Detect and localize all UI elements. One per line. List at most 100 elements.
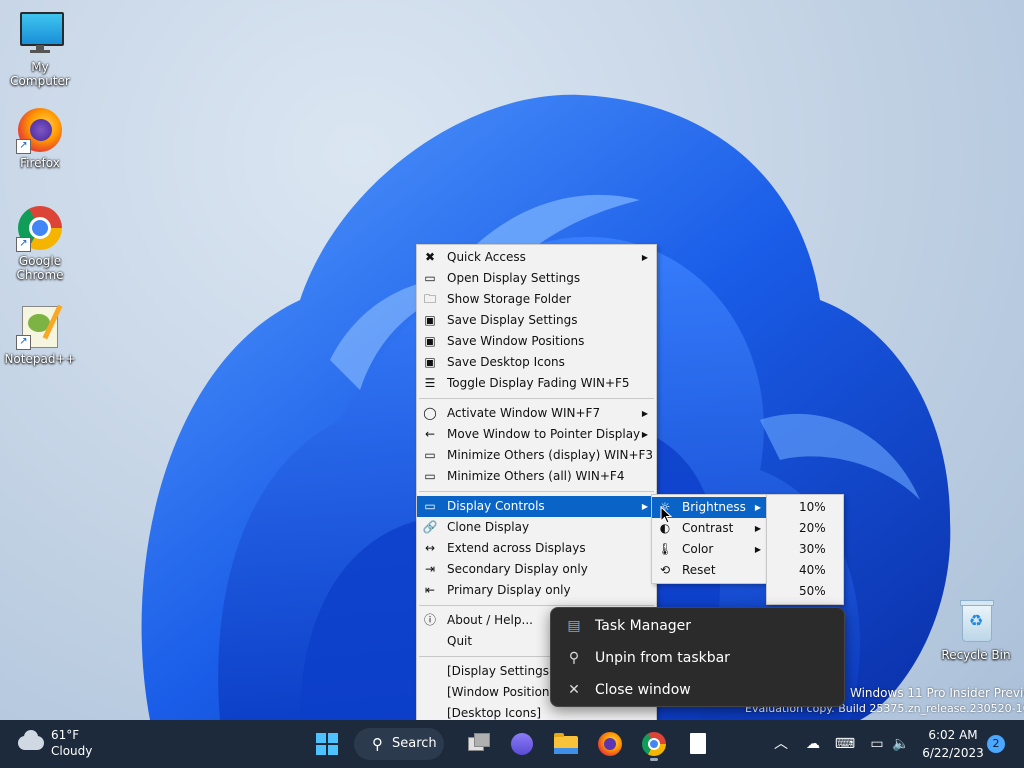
reset-icon: ⟲ [659, 563, 671, 577]
watermark-edition: Windows 11 Pro Insider Preview [850, 686, 1024, 700]
chrome-taskbar-button[interactable] [638, 728, 670, 761]
notification-badge[interactable]: 2 [987, 735, 1005, 753]
menu-item-brightness-10[interactable]: 10% [767, 497, 843, 518]
cloud-icon-puff [24, 730, 38, 744]
menu-item-clone-display[interactable]: 🔗 Clone Display [417, 517, 656, 538]
desktop-icon-label: My Computer [10, 60, 70, 88]
desktop-icon-my-computer[interactable]: My Computer [0, 10, 80, 88]
jump-list-task-manager[interactable]: ▤ Task Manager [551, 611, 844, 641]
submenu-arrow-icon: ▶ [754, 545, 761, 554]
primary-icon: ⇤ [424, 583, 436, 597]
folder-icon: 🗀 [423, 292, 436, 306]
desktop-icon-label: Recycle Bin [941, 648, 1011, 662]
menu-separator [419, 398, 654, 399]
clock-date: 6/22/2023 [922, 746, 984, 760]
minimize-icon: ▭ [424, 469, 436, 483]
network-icon[interactable]: ▭ [866, 720, 888, 768]
shortcut-arrow-icon: ↗ [16, 139, 31, 154]
menu-item-display-controls[interactable]: ▭ Display Controls ▶ [417, 496, 656, 517]
menu-item-move-window-to-pointer-display[interactable]: ← Move Window to Pointer Display ▶ [417, 424, 656, 445]
menu-item-primary-display-only[interactable]: ⇤ Primary Display only [417, 580, 656, 601]
minimize-icon: ▭ [424, 448, 436, 462]
taskbar: 61°F Cloudy ⚲ Search ︿ ☁ ⌨ ▭ 🔈 6:02 AM 6… [0, 720, 1024, 768]
menu-item-save-desktop-icons[interactable]: ▣ Save Desktop Icons [417, 352, 656, 373]
chat-button[interactable] [506, 728, 538, 760]
submenu-arrow-icon: ▶ [641, 409, 648, 418]
firefox-taskbar-button[interactable] [594, 728, 626, 760]
task-manager-icon: ▤ [567, 618, 581, 634]
clock[interactable]: 6:02 AM 6/22/2023 [918, 726, 988, 762]
menu-item-toggle-display-fading[interactable]: ☰ Toggle Display Fading WIN+F5 [417, 373, 656, 394]
weather-temp: 61°F [51, 728, 80, 742]
menu-separator [419, 491, 654, 492]
shortcut-arrow-icon: ↗ [16, 335, 31, 350]
taskbar-jump-list: ▤ Task Manager ⚲ Unpin from taskbar ✕ Cl… [550, 607, 845, 707]
display-settings-icon: ▭ [424, 271, 436, 285]
mouse-pointer-icon [660, 506, 672, 524]
menu-item-minimize-others-all[interactable]: ▭ Minimize Others (all) WIN+F4 [417, 466, 656, 487]
arrow-left-icon: ← [424, 427, 436, 441]
menu-item-brightness-40[interactable]: 40% [767, 560, 843, 581]
menu-item-save-window-positions[interactable]: ▣ Save Window Positions [417, 331, 656, 352]
monitor-icon: ▭ [424, 499, 436, 513]
shortcut-arrow-icon: ↗ [16, 237, 31, 252]
jump-list-close-window[interactable]: ✕ Close window [551, 675, 844, 705]
menu-separator [419, 605, 654, 606]
weather-widget[interactable]: 61°F Cloudy [14, 726, 124, 762]
target-icon: ◯ [423, 406, 437, 420]
desktop-icon-firefox[interactable]: ↗ Firefox [0, 106, 80, 170]
notepad-plus-plus-icon: ↗ [16, 302, 64, 350]
onedrive-offline-icon[interactable]: ☁ [802, 720, 824, 768]
menu-item-activate-window[interactable]: ◯ Activate Window WIN+F7 ▶ [417, 403, 656, 424]
secondary-icon: ⇥ [424, 562, 436, 576]
active-indicator [650, 758, 658, 761]
firefox-icon: ↗ [16, 106, 64, 154]
menu-item-secondary-display-only[interactable]: ⇥ Secondary Display only [417, 559, 656, 580]
desktop-icon-notepad-plus-plus[interactable]: ↗ Notepad++ [0, 302, 80, 366]
keyboard-icon[interactable]: ⌨ [834, 720, 856, 768]
menu-item-quick-access[interactable]: ✖ Quick Access ▶ [417, 247, 656, 268]
menu-item-reset[interactable]: ⟲ Reset [652, 560, 769, 581]
save-icon: ▣ [424, 313, 436, 327]
chrome-icon: ↗ [16, 204, 64, 252]
menu-item-show-storage-folder[interactable]: 🗀 Show Storage Folder [417, 289, 656, 310]
desktop-icon-label: Firefox [20, 156, 60, 170]
thermometer-icon: 🌡 [657, 542, 673, 556]
menu-item-save-display-settings[interactable]: ▣ Save Display Settings [417, 310, 656, 331]
desktop-icon-label: Google Chrome [16, 254, 64, 282]
clock-time: 6:02 AM [928, 728, 978, 742]
submenu-arrow-icon: ▶ [641, 253, 648, 262]
menu-item-brightness-50[interactable]: 50% [767, 581, 843, 602]
menu-item-brightness-30[interactable]: 30% [767, 539, 843, 560]
desktop-icon-recycle-bin[interactable]: ♻ Recycle Bin [936, 598, 1016, 662]
save-icon: ▣ [424, 334, 436, 348]
windows-logo-icon [316, 733, 338, 755]
search-icon: ⚲ [372, 735, 383, 753]
chat-icon [511, 733, 533, 755]
menu-item-extend-across-displays[interactable]: ↔ Extend across Displays [417, 538, 656, 559]
document-icon [690, 733, 706, 754]
desktop-icon-google-chrome[interactable]: ↗ Google Chrome [0, 204, 80, 282]
menu-item-color[interactable]: 🌡 Color ▶ [652, 539, 769, 560]
info-icon: ⓘ [423, 613, 436, 627]
close-icon: ✕ [568, 682, 580, 698]
link-icon: 🔗 [422, 520, 438, 534]
taskbar-search-button[interactable]: ⚲ Search [354, 728, 444, 760]
start-button[interactable] [311, 728, 343, 760]
menu-item-open-display-settings[interactable]: ▭ Open Display Settings [417, 268, 656, 289]
jump-list-unpin[interactable]: ⚲ Unpin from taskbar [551, 643, 844, 673]
recycle-bin-icon: ♻ [952, 598, 1000, 646]
menu-item-brightness-20[interactable]: 20% [767, 518, 843, 539]
volume-icon[interactable]: 🔈 [890, 720, 912, 768]
weather-condition: Cloudy [51, 744, 93, 758]
task-view-button[interactable] [462, 728, 494, 760]
document-taskbar-button[interactable] [682, 728, 714, 760]
fade-icon: ☰ [424, 376, 436, 390]
submenu-arrow-icon: ▶ [641, 502, 648, 511]
show-hidden-icons-chevron[interactable]: ︿ [770, 720, 792, 768]
submenu-arrow-icon: ▶ [641, 430, 648, 439]
save-icon: ▣ [424, 355, 436, 369]
submenu-arrow-icon: ▶ [754, 503, 761, 512]
file-explorer-button[interactable] [550, 728, 582, 760]
menu-item-minimize-others-display[interactable]: ▭ Minimize Others (display) WIN+F3 [417, 445, 656, 466]
